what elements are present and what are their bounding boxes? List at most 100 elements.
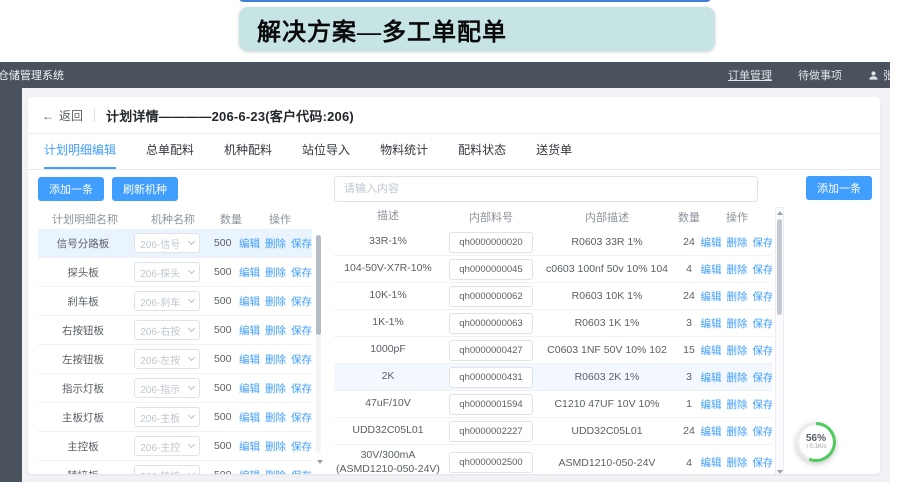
table-row[interactable]: 转接板 206-转接 500 编辑删除保存 [38,461,312,474]
edit-link[interactable]: 编辑 [701,262,722,277]
delete-link[interactable]: 删除 [727,455,748,470]
table-row[interactable]: 刹车板 206-刹车 500 编辑删除保存 [38,287,312,316]
edit-link[interactable]: 编辑 [239,265,260,280]
model-dropdown[interactable]: 206-主控 [134,436,200,456]
save-link[interactable]: 保存 [753,424,773,439]
save-link[interactable]: 保存 [753,370,773,385]
edit-link[interactable]: 编辑 [701,397,722,412]
delete-link[interactable]: 删除 [727,343,748,358]
delete-link[interactable]: 删除 [265,439,286,454]
delete-link[interactable]: 删除 [727,397,748,412]
delete-link[interactable]: 删除 [265,468,286,475]
table-row[interactable]: 10K-1% R0603 10K 1% 24 编辑删除保存 [334,283,772,310]
add-material-button[interactable]: 添加一条 [806,176,872,200]
delete-link[interactable]: 删除 [265,265,286,280]
table-row[interactable]: 47uF/10V C1210 47UF 10V 10% 1 编辑删除保存 [334,391,772,418]
part-no-input[interactable] [449,286,533,307]
model-dropdown[interactable]: 206-刹车 [134,291,200,311]
edit-link[interactable]: 编辑 [701,343,722,358]
scroll-up-icon[interactable] [777,211,783,215]
tab-plan-detail-edit[interactable]: 计划明细编辑 [44,134,116,169]
save-link[interactable]: 保存 [753,235,773,250]
table-row[interactable]: 信号分路板 206-信号 500 编辑删除保存 [38,229,312,258]
edit-link[interactable]: 编辑 [239,410,260,425]
model-dropdown[interactable]: 206-右按 [134,320,200,340]
scroll-down-icon[interactable] [317,460,323,464]
table-row[interactable]: 右按钮板 206-右按 500 编辑删除保存 [38,316,312,345]
search-input[interactable] [334,176,758,202]
edit-link[interactable]: 编辑 [701,235,722,250]
table-row[interactable]: 左按钮板 206-左按 500 编辑删除保存 [38,345,312,374]
save-link[interactable]: 保存 [291,410,312,425]
part-no-input[interactable] [449,340,533,361]
save-link[interactable]: 保存 [291,439,312,454]
table-row[interactable]: 33R-1% R0603 33R 1% 24 编辑删除保存 [334,229,772,256]
edit-link[interactable]: 编辑 [701,316,722,331]
save-link[interactable]: 保存 [291,352,312,367]
delete-link[interactable]: 删除 [727,262,748,277]
save-link[interactable]: 保存 [753,316,773,331]
user-menu[interactable]: 张 [868,67,890,83]
delete-link[interactable]: 删除 [265,352,286,367]
edit-link[interactable]: 编辑 [239,439,260,454]
save-link[interactable]: 保存 [291,294,312,309]
tab-station-import[interactable]: 站位导入 [302,134,350,169]
table-row[interactable]: 主板灯板 206-主板 500 编辑删除保存 [38,403,312,432]
save-link[interactable]: 保存 [291,265,312,280]
edit-link[interactable]: 编辑 [239,381,260,396]
model-dropdown[interactable]: 206-左按 [134,349,200,369]
save-link[interactable]: 保存 [291,323,312,338]
part-no-input[interactable] [449,367,533,388]
table-row[interactable]: 30V/300mA (ASMD1210-050-24V) ASMD1210-05… [334,445,772,474]
save-link[interactable]: 保存 [753,397,773,412]
part-no-input[interactable] [449,394,533,415]
edit-link[interactable]: 编辑 [701,370,722,385]
table-row[interactable]: 1K-1% R0603 1K 1% 3 编辑删除保存 [334,310,772,337]
add-plan-item-button[interactable]: 添加一条 [38,177,104,201]
delete-link[interactable]: 删除 [265,410,286,425]
edit-link[interactable]: 编辑 [239,323,260,338]
network-speed-badge[interactable]: 56% ↑ 0.1K/s [796,422,836,462]
edit-link[interactable]: 编辑 [701,424,722,439]
table-row[interactable]: 104-50V-X7R-10% c0603 100nf 50v 10% 104 … [334,256,772,283]
delete-link[interactable]: 删除 [727,316,748,331]
tab-delivery-note[interactable]: 送货单 [536,134,572,169]
delete-link[interactable]: 删除 [727,370,748,385]
part-no-input[interactable] [449,313,533,334]
delete-link[interactable]: 删除 [265,381,286,396]
edit-link[interactable]: 编辑 [239,236,260,251]
model-dropdown[interactable]: 206-探头 [134,262,200,282]
scroll-down-icon[interactable] [777,470,783,474]
save-link[interactable]: 保存 [753,343,773,358]
right-scrollbar-thumb[interactable] [777,219,782,315]
table-row[interactable]: 探头板 206-探头 500 编辑删除保存 [38,258,312,287]
delete-link[interactable]: 删除 [265,236,286,251]
left-scrollbar-thumb[interactable] [316,235,321,335]
delete-link[interactable]: 删除 [727,289,748,304]
delete-link[interactable]: 删除 [727,424,748,439]
part-no-input[interactable] [449,452,533,473]
tab-model-material[interactable]: 机种配料 [224,134,272,169]
table-row[interactable]: UDD32C05L01 UDD32C05L01 24 编辑删除保存 [334,418,772,445]
part-no-input[interactable] [449,232,533,253]
save-link[interactable]: 保存 [291,381,312,396]
model-dropdown[interactable]: 206-转接 [134,465,200,474]
table-row[interactable]: 1000pF C0603 1NF 50V 10% 102 15 编辑删除保存 [334,337,772,364]
edit-link[interactable]: 编辑 [239,468,260,475]
save-link[interactable]: 保存 [291,236,312,251]
table-row[interactable]: 2K R0603 2K 1% 3 编辑删除保存 [334,364,772,391]
delete-link[interactable]: 删除 [727,235,748,250]
edit-link[interactable]: 编辑 [701,455,722,470]
back-button[interactable]: ← 返回 [42,107,83,124]
delete-link[interactable]: 删除 [265,294,286,309]
part-no-input[interactable] [449,259,533,280]
tab-total-order-material[interactable]: 总单配料 [146,134,194,169]
table-row[interactable]: 指示灯板 206-指示 500 编辑删除保存 [38,374,312,403]
tab-material-status[interactable]: 配料状态 [458,134,506,169]
right-scrollbar[interactable] [775,207,784,474]
save-link[interactable]: 保存 [753,262,773,277]
nav-order-management[interactable]: 订单管理 [728,67,772,83]
refresh-model-button[interactable]: 刷新机种 [112,177,178,201]
edit-link[interactable]: 编辑 [239,352,260,367]
save-link[interactable]: 保存 [753,289,773,304]
